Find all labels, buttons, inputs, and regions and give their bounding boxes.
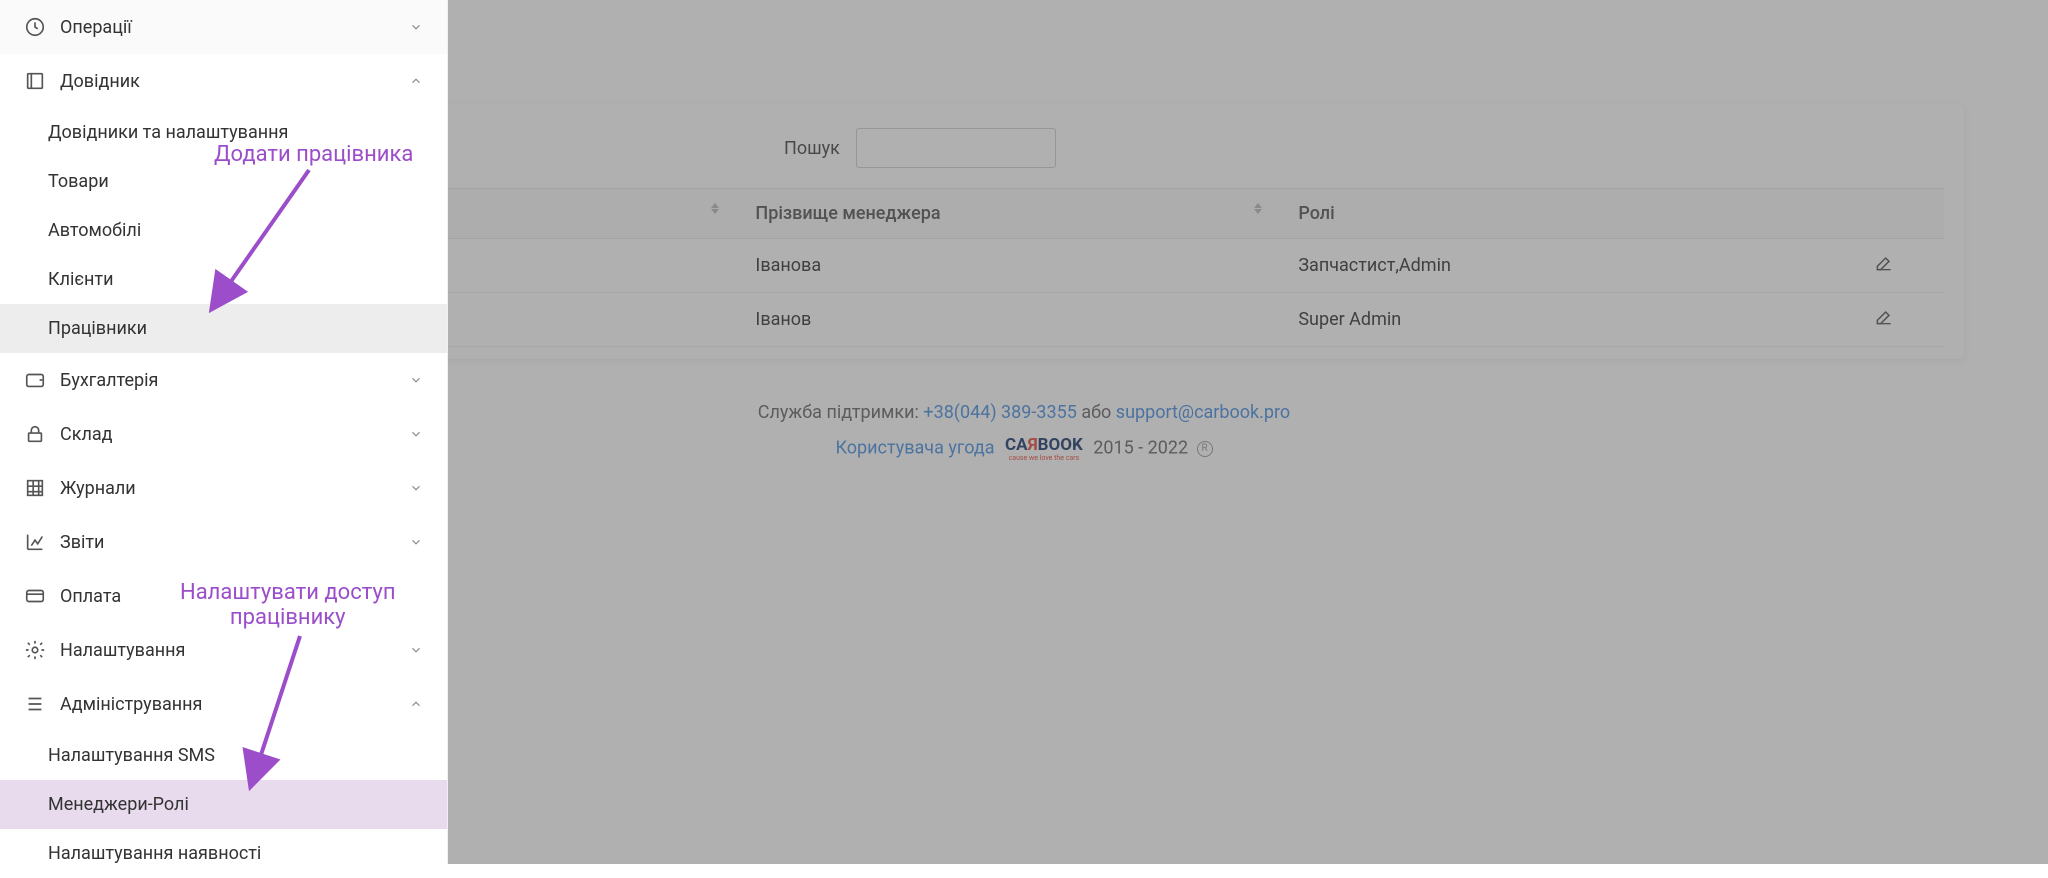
- sidebar-sub-cars[interactable]: Автомобілі: [0, 206, 447, 255]
- sidebar-item-accounting[interactable]: Бухгалтерія: [0, 353, 447, 407]
- chevron-down-icon: [409, 427, 423, 441]
- gear-icon: [24, 639, 46, 661]
- sidebar-sub-employees[interactable]: Працівники: [0, 304, 447, 353]
- sidebar-item-label: Налаштування: [60, 640, 185, 661]
- sidebar-item-label: Звіти: [60, 532, 104, 553]
- sidebar-sub-clients[interactable]: Клієнти: [0, 255, 447, 304]
- sidebar-item-label: Довідник: [60, 71, 140, 92]
- sidebar-item-reports[interactable]: Звіти: [0, 515, 447, 569]
- sidebar-item-label: Журнали: [60, 478, 136, 499]
- sidebar-sub-sms[interactable]: Налаштування SMS: [0, 731, 447, 780]
- chevron-down-icon: [409, 535, 423, 549]
- book-icon: [24, 70, 46, 92]
- sidebar: Операції Довідник Довідники та налаштува…: [0, 0, 448, 864]
- sidebar-item-label: Оплата: [60, 586, 121, 607]
- sidebar-item-admin[interactable]: Адміністрування: [0, 677, 447, 731]
- sidebar-item-settings[interactable]: Налаштування: [0, 623, 447, 677]
- chevron-down-icon: [409, 481, 423, 495]
- wallet-icon: [24, 369, 46, 391]
- sidebar-sub-settings[interactable]: Довідники та налаштування: [0, 108, 447, 157]
- chevron-down-icon: [409, 20, 423, 34]
- chevron-down-icon: [409, 643, 423, 657]
- list-icon: [24, 693, 46, 715]
- chevron-down-icon: [409, 373, 423, 387]
- sidebar-item-journals[interactable]: Журнали: [0, 461, 447, 515]
- chevron-up-icon: [409, 74, 423, 88]
- sidebar-item-operations[interactable]: Операції: [0, 0, 447, 54]
- sidebar-item-warehouse[interactable]: Склад: [0, 407, 447, 461]
- sidebar-sub-goods[interactable]: Товари: [0, 157, 447, 206]
- sidebar-item-label: Операції: [60, 17, 132, 38]
- sidebar-item-payment[interactable]: Оплата: [0, 569, 447, 623]
- dashboard-icon: [24, 16, 46, 38]
- sidebar-sub-availability[interactable]: Налаштування наявності: [0, 829, 447, 878]
- sidebar-sub-managers-roles[interactable]: Менеджери-Ролі: [0, 780, 447, 829]
- sidebar-item-label: Бухгалтерія: [60, 370, 158, 391]
- card-icon: [24, 585, 46, 607]
- sidebar-item-label: Склад: [60, 424, 113, 445]
- sidebar-item-label: Адміністрування: [60, 694, 202, 715]
- chart-icon: [24, 531, 46, 553]
- grid-icon: [24, 477, 46, 499]
- sidebar-item-dovidnyk[interactable]: Довідник: [0, 54, 447, 108]
- lock-icon: [24, 423, 46, 445]
- chevron-up-icon: [409, 697, 423, 711]
